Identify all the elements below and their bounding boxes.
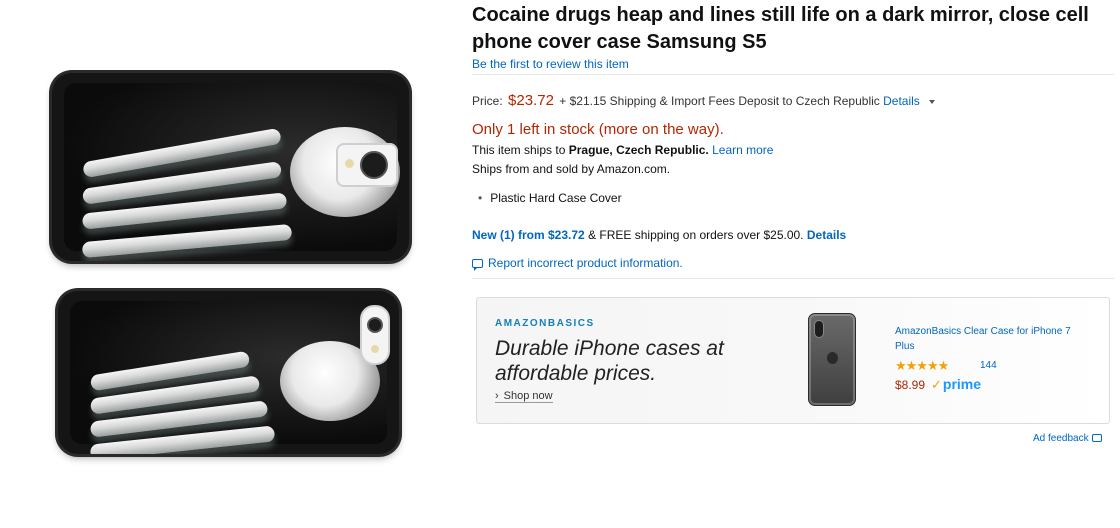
camera-lens-icon: [367, 317, 383, 333]
camera-module: [360, 305, 390, 365]
shipping-text: + $21.15 Shipping & Import Fees Deposit …: [559, 94, 880, 108]
ships-to-row: This item ships to Prague, Czech Republi…: [472, 143, 773, 157]
shop-now-link[interactable]: Shop now: [495, 390, 553, 403]
ships-to-location: Prague, Czech Republic.: [568, 143, 709, 157]
price-value: $23.72: [508, 92, 554, 109]
ad-product-title[interactable]: AmazonBasics Clear Case for iPhone 7 Plu…: [895, 324, 1075, 354]
new-offers-link[interactable]: New (1) from $23.72: [472, 228, 585, 242]
prime-badge: ✓prime: [931, 376, 981, 393]
product-image-samsung-case[interactable]: [52, 73, 409, 261]
free-shipping-text: & FREE shipping on orders over $25.00.: [588, 228, 804, 242]
ad-brand: AMAZONBASICS: [495, 318, 595, 329]
feature-bullet: Plastic Hard Case Cover: [478, 191, 621, 205]
ad-headline: Durable iPhone cases at affordable price…: [495, 337, 724, 385]
learn-more-link[interactable]: Learn more: [712, 143, 773, 157]
prime-check-icon: ✓: [931, 377, 942, 392]
camera-lens-icon: [360, 151, 388, 179]
prime-label: prime: [942, 376, 982, 392]
case-artwork: [70, 301, 390, 454]
stock-status: Only 1 left in stock (more on the way).: [472, 121, 724, 138]
case-artwork: [64, 83, 400, 259]
product-image-gallery: [0, 0, 440, 528]
report-link[interactable]: Report incorrect product information.: [472, 256, 683, 271]
camera-lens-icon: [814, 320, 824, 338]
powder-line: [81, 223, 293, 259]
flash-icon: [371, 345, 379, 353]
flash-icon: [345, 159, 354, 168]
ships-to-prefix: This item ships to: [472, 143, 566, 157]
ad-price: $8.99: [895, 378, 926, 392]
apple-logo-icon: [827, 352, 838, 364]
rating-stars-icon[interactable]: ★★★★★: [895, 358, 949, 374]
speech-bubble-icon: [1091, 434, 1102, 442]
price-row: Price: $23.72 + $21.15 Shipping & Import…: [472, 92, 936, 109]
sold-by-text: Ships from and sold by Amazon.com.: [472, 162, 671, 176]
sponsored-ad[interactable]: AMAZONBASICS Durable iPhone cases at aff…: [476, 297, 1110, 424]
ad-feedback-label: Ad feedback: [1033, 433, 1089, 444]
product-title: Cocaine drugs heap and lines still life …: [472, 4, 1089, 53]
price-label: Price:: [472, 94, 503, 108]
review-link[interactable]: Be the first to review this item: [472, 57, 629, 71]
camera-module: [336, 143, 398, 187]
ad-feedback-link[interactable]: Ad feedback: [1033, 433, 1102, 444]
divider: [472, 74, 1114, 75]
ad-product-image[interactable]: [808, 313, 856, 406]
new-offers-details-link[interactable]: Details: [807, 228, 846, 242]
review-count[interactable]: 144: [980, 360, 997, 371]
report-label: Report incorrect product information.: [488, 256, 683, 270]
divider: [472, 278, 1114, 279]
product-image-iphone-case[interactable]: [58, 291, 399, 454]
chevron-down-icon[interactable]: [929, 99, 936, 104]
new-offers-row: New (1) from $23.72 & FREE shipping on o…: [472, 228, 846, 242]
speech-bubble-icon: [472, 259, 483, 271]
shipping-details-link[interactable]: Details: [883, 94, 920, 108]
